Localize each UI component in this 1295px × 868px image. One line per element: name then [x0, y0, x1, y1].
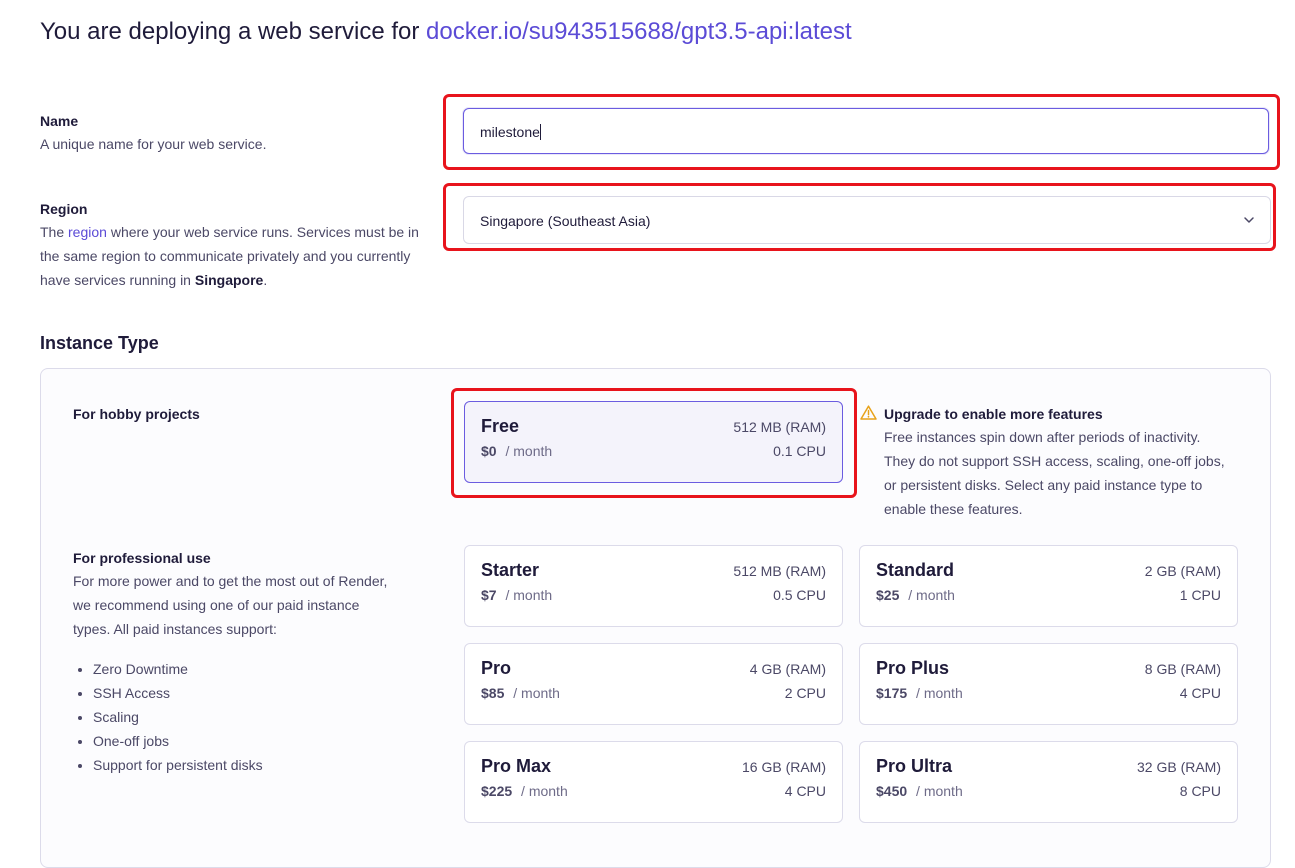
- page-title-prefix: You are deploying a web service for: [40, 18, 427, 45]
- region-selected-value: Singapore (Southeast Asia): [480, 213, 651, 229]
- plan-name: Pro Max: [481, 756, 552, 776]
- plan-card-pro-max[interactable]: Pro Max 16 GB (RAM) $225 / month 4 CPU: [464, 741, 843, 823]
- plan-ram: 512 MB (RAM): [733, 563, 826, 579]
- page-title: You are deploying a web service for dock…: [40, 18, 852, 46]
- plan-period: / month: [521, 783, 568, 799]
- hobby-label: For hobby projects: [73, 406, 200, 422]
- feature-item: SSH Access: [93, 681, 263, 705]
- plan-ram: 4 GB (RAM): [749, 661, 826, 677]
- plan-ram: 32 GB (RAM): [1136, 759, 1221, 775]
- warning-icon: [860, 405, 877, 420]
- instance-type-heading: Instance Type: [40, 333, 159, 353]
- plan-period: / month: [916, 783, 963, 799]
- plan-cpu: 1 CPU: [1179, 587, 1221, 603]
- plan-cpu: 4 CPU: [784, 783, 826, 799]
- feature-item: Scaling: [93, 705, 263, 729]
- plan-cpu: 0.1 CPU: [773, 443, 826, 459]
- upgrade-warning-description: Free instances spin down after periods o…: [884, 429, 1225, 517]
- upgrade-warning-title: Upgrade to enable more features: [884, 406, 1103, 422]
- plan-name: Free: [481, 416, 520, 436]
- region-description: The region where your web service runs. …: [40, 224, 419, 288]
- plan-name: Pro Plus: [876, 658, 950, 678]
- feature-item: Zero Downtime: [93, 657, 263, 681]
- text-caret: [539, 124, 541, 140]
- plan-card-pro[interactable]: Pro 4 GB (RAM) $85 / month 2 CPU: [464, 643, 843, 725]
- plan-cpu: 2 CPU: [784, 685, 826, 701]
- name-description: A unique name for your web service.: [40, 136, 267, 152]
- professional-label: For professional use: [73, 550, 211, 566]
- feature-item: One-off jobs: [93, 729, 263, 753]
- plan-price: $225: [481, 783, 513, 799]
- plan-card-starter[interactable]: Starter 512 MB (RAM) $7 / month 0.5 CPU: [464, 545, 843, 627]
- plan-price: $25: [876, 587, 900, 603]
- feature-list: Zero Downtime SSH Access Scaling One-off…: [73, 657, 263, 777]
- name-input[interactable]: milestone: [463, 108, 1269, 154]
- plan-name: Pro: [481, 658, 512, 678]
- plan-cpu: 0.5 CPU: [773, 587, 826, 603]
- chevron-down-icon: [1244, 217, 1254, 223]
- plan-ram: 8 GB (RAM): [1144, 661, 1221, 677]
- plan-name: Pro Ultra: [876, 756, 953, 776]
- plan-period: / month: [513, 685, 560, 701]
- plan-period: / month: [916, 685, 963, 701]
- plan-card-free[interactable]: Free 512 MB (RAM) $0 / month 0.1 CPU: [464, 401, 843, 483]
- plan-price: $175: [876, 685, 908, 701]
- region-select[interactable]: Singapore (Southeast Asia): [463, 196, 1271, 244]
- plan-price: $0: [481, 443, 497, 459]
- name-label: Name: [40, 113, 79, 129]
- plan-price: $85: [481, 685, 505, 701]
- plan-ram: 512 MB (RAM): [733, 419, 826, 435]
- feature-item: Support for persistent disks: [93, 753, 263, 777]
- plan-price: $450: [876, 783, 908, 799]
- plan-ram: 2 GB (RAM): [1144, 563, 1221, 579]
- plan-card-pro-ultra[interactable]: Pro Ultra 32 GB (RAM) $450 / month 8 CPU: [859, 741, 1238, 823]
- professional-description: For more power and to get the most out o…: [73, 573, 388, 637]
- region-help-link[interactable]: region: [68, 224, 107, 240]
- plan-card-pro-plus[interactable]: Pro Plus 8 GB (RAM) $175 / month 4 CPU: [859, 643, 1238, 725]
- region-label: Region: [40, 201, 88, 217]
- plan-card-standard[interactable]: Standard 2 GB (RAM) $25 / month 1 CPU: [859, 545, 1238, 627]
- plan-ram: 16 GB (RAM): [741, 759, 826, 775]
- plan-price: $7: [481, 587, 497, 603]
- plan-cpu: 8 CPU: [1179, 783, 1221, 799]
- plan-period: / month: [908, 587, 955, 603]
- plan-cpu: 4 CPU: [1179, 685, 1221, 701]
- plan-name: Standard: [876, 560, 955, 580]
- plan-period: / month: [505, 443, 553, 459]
- name-input-value: milestone: [480, 124, 540, 140]
- image-url-link[interactable]: docker.io/su943515688/gpt3.5-api:latest: [426, 18, 852, 45]
- plan-period: / month: [505, 587, 553, 603]
- plan-name: Starter: [481, 560, 540, 580]
